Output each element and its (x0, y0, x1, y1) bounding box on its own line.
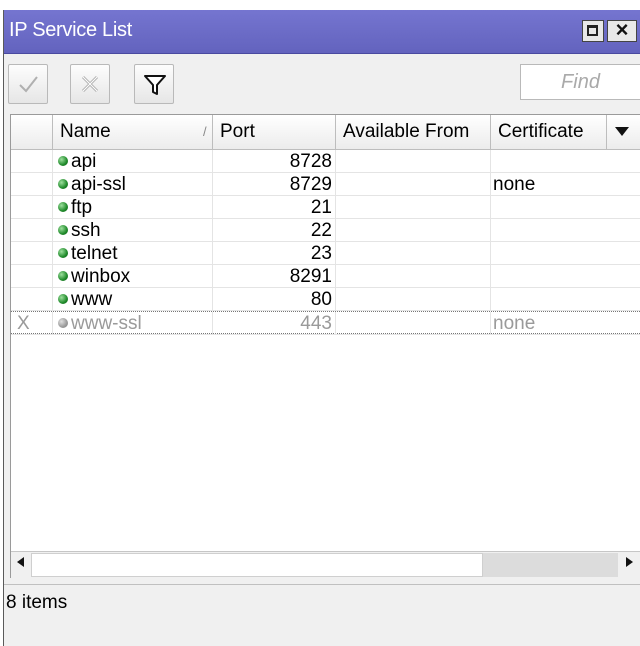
row-certificate: none (491, 312, 640, 335)
maximize-icon[interactable] (582, 20, 604, 42)
row-name: ftp (53, 196, 213, 219)
checkmark-icon (19, 76, 38, 93)
row-certificate: none (491, 173, 640, 196)
table-row[interactable]: ssh 22 (11, 219, 640, 242)
row-flag (11, 219, 53, 242)
row-available-from (336, 265, 491, 288)
filter-button[interactable] (134, 64, 174, 104)
row-port: 8291 (213, 265, 336, 288)
service-name: ftp (71, 197, 93, 218)
row-flag (11, 150, 53, 173)
row-port: 80 (213, 288, 336, 311)
row-port: 8728 (213, 150, 336, 173)
table-row[interactable]: telnet 23 (11, 242, 640, 265)
row-flag: X (11, 312, 53, 335)
row-flag (11, 288, 53, 311)
row-certificate (491, 288, 640, 311)
table-row[interactable]: www 80 (11, 288, 640, 311)
service-name: www-ssl (71, 313, 142, 334)
row-flag (11, 196, 53, 219)
row-available-from (336, 173, 491, 196)
row-name: telnet (53, 242, 213, 265)
service-name: api (71, 151, 97, 172)
column-menu-chevron-down-icon[interactable] (615, 127, 629, 136)
horizontal-scrollbar[interactable] (11, 551, 640, 579)
row-port: 443 (213, 312, 336, 335)
row-flag (11, 173, 53, 196)
status-enabled-icon (58, 202, 68, 212)
title-bar[interactable]: IP Service List × (4, 10, 640, 54)
row-name: www-ssl (53, 312, 213, 335)
row-flag (11, 265, 53, 288)
status-enabled-icon (58, 271, 68, 281)
column-header-port[interactable]: Port (213, 115, 336, 149)
close-button[interactable]: × (607, 17, 637, 42)
row-available-from (336, 150, 491, 173)
find-input[interactable]: Find (520, 64, 640, 100)
row-available-from (336, 312, 491, 335)
column-header-name[interactable]: Name / (53, 115, 213, 149)
enable-button[interactable] (8, 64, 48, 104)
status-enabled-icon (58, 156, 68, 166)
column-header-flag[interactable] (11, 115, 53, 149)
ip-service-list-window: IP Service List × Find Name / Port Availa… (3, 10, 640, 646)
table-row[interactable]: Xwww-ssl 443 none (11, 311, 640, 335)
row-port: 23 (213, 242, 336, 265)
column-header-certificate[interactable]: Certificate (491, 115, 607, 149)
row-certificate (491, 219, 640, 242)
table-header: Name / Port Available From Certificate (11, 115, 640, 150)
service-name: winbox (71, 266, 131, 287)
table-row[interactable]: ftp 21 (11, 196, 640, 219)
disable-button[interactable] (70, 64, 110, 104)
row-name: api-ssl (53, 173, 213, 196)
row-available-from (336, 288, 491, 311)
service-name: telnet (71, 243, 118, 264)
service-name: www (71, 289, 113, 310)
status-disabled-icon (58, 318, 68, 328)
row-available-from (336, 219, 491, 242)
table-row[interactable]: api-ssl 8729 none (11, 173, 640, 196)
close-icon: × (615, 17, 629, 42)
row-certificate (491, 265, 640, 288)
row-available-from (336, 196, 491, 219)
cross-icon (81, 75, 99, 93)
table-row[interactable]: winbox 8291 (11, 265, 640, 288)
service-table: Name / Port Available From Certificate ap… (10, 114, 640, 579)
row-certificate (491, 150, 640, 173)
row-flag (11, 242, 53, 265)
status-bar: 8 items (4, 584, 640, 625)
row-name: ssh (53, 219, 213, 242)
toolbar: Find (4, 54, 640, 112)
service-name: api-ssl (71, 174, 126, 195)
row-certificate (491, 196, 640, 219)
row-port: 22 (213, 219, 336, 242)
filter-icon (144, 75, 166, 95)
scroll-left-icon[interactable] (17, 557, 24, 567)
table-row[interactable]: api 8728 (11, 150, 640, 173)
row-port: 21 (213, 196, 336, 219)
status-enabled-icon (58, 294, 68, 304)
row-available-from (336, 242, 491, 265)
row-name: api (53, 150, 213, 173)
row-certificate (491, 242, 640, 265)
status-enabled-icon (58, 248, 68, 258)
row-port: 8729 (213, 173, 336, 196)
status-enabled-icon (58, 179, 68, 189)
sort-indicator-icon: / (203, 124, 207, 139)
scrollbar-thumb[interactable] (31, 553, 483, 577)
item-count: 8 items (6, 592, 68, 613)
scroll-right-icon[interactable] (626, 557, 633, 567)
status-enabled-icon (58, 225, 68, 235)
service-name: ssh (71, 220, 101, 241)
window-title: IP Service List (9, 19, 132, 41)
column-header-available-from[interactable]: Available From (336, 115, 491, 149)
row-name: winbox (53, 265, 213, 288)
scrollbar-track[interactable] (483, 553, 618, 577)
row-name: www (53, 288, 213, 311)
